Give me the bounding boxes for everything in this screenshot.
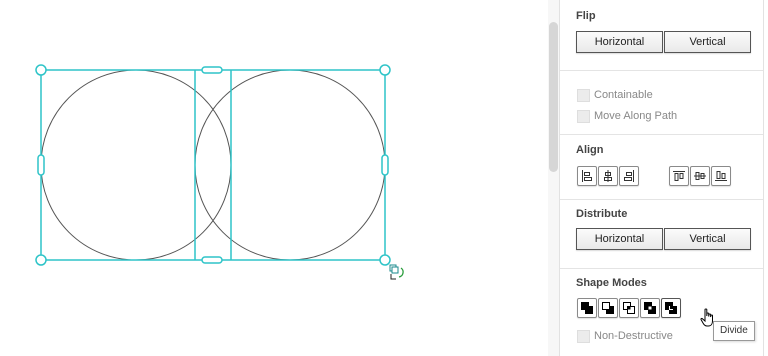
- flip-horizontal-button[interactable]: Horizontal: [576, 31, 663, 53]
- align-section-title: Align: [576, 144, 604, 156]
- subtract-button[interactable]: [598, 298, 618, 318]
- align-center-horizontal-icon: [604, 170, 612, 182]
- rotate-handle-icon[interactable]: [389, 264, 404, 280]
- resize-handle-top-right[interactable]: [379, 64, 391, 76]
- resize-handle-bottom-left[interactable]: [35, 254, 47, 266]
- intersect-icon: [623, 302, 635, 314]
- exclude-icon: [644, 302, 656, 314]
- divide-button[interactable]: [661, 298, 681, 318]
- drawing-canvas[interactable]: [0, 0, 550, 356]
- resize-handle-top[interactable]: [201, 66, 223, 74]
- align-right-icon: [624, 170, 634, 182]
- divider: [560, 70, 763, 71]
- distribute-section-title: Distribute: [576, 208, 628, 220]
- divider: [560, 199, 763, 200]
- move-along-path-label: Move Along Path: [594, 110, 678, 122]
- resize-handle-bottom-right[interactable]: [379, 254, 391, 266]
- flip-vertical-button[interactable]: Vertical: [664, 31, 751, 53]
- right-circle-shape[interactable]: [194, 69, 386, 261]
- hand-cursor-icon: [700, 308, 713, 327]
- distribute-horizontal-button[interactable]: Horizontal: [576, 228, 663, 250]
- exclude-button[interactable]: [640, 298, 660, 318]
- align-middle-vertical-icon: [694, 172, 706, 180]
- shape-modes-section-title: Shape Modes: [576, 277, 647, 289]
- resize-handle-left[interactable]: [37, 154, 45, 176]
- align-right-button[interactable]: [619, 166, 639, 186]
- containable-checkbox[interactable]: [577, 89, 590, 102]
- align-top-button[interactable]: [669, 166, 689, 186]
- selection-box[interactable]: [40, 69, 386, 261]
- align-top-icon: [673, 171, 685, 181]
- align-left-icon: [582, 170, 592, 182]
- containable-label: Containable: [594, 89, 653, 101]
- divider: [560, 134, 763, 135]
- align-center-button[interactable]: [598, 166, 618, 186]
- align-middle-button[interactable]: [690, 166, 710, 186]
- divide-tooltip: Divide: [713, 321, 755, 341]
- properties-panel: Flip Horizontal Vertical Containable Mov…: [559, 0, 764, 356]
- intersect-button[interactable]: [619, 298, 639, 318]
- subtract-icon: [602, 302, 614, 314]
- canvas-scroll-thumb[interactable]: [549, 22, 558, 172]
- align-bottom-button[interactable]: [711, 166, 731, 186]
- distribute-vertical-button[interactable]: Vertical: [664, 228, 751, 250]
- divide-icon: [665, 302, 677, 314]
- align-bottom-icon: [715, 171, 727, 181]
- align-left-button[interactable]: [577, 166, 597, 186]
- non-destructive-checkbox[interactable]: [577, 330, 590, 343]
- flip-section-title: Flip: [576, 10, 596, 22]
- resize-handle-right[interactable]: [381, 154, 389, 176]
- left-circle-shape[interactable]: [40, 69, 232, 261]
- non-destructive-label: Non-Destructive: [594, 330, 673, 342]
- resize-handle-bottom[interactable]: [201, 256, 223, 264]
- unite-button[interactable]: [577, 298, 597, 318]
- unite-icon: [581, 302, 593, 314]
- move-along-path-checkbox[interactable]: [577, 110, 590, 123]
- divider: [560, 268, 763, 269]
- resize-handle-top-left[interactable]: [35, 64, 47, 76]
